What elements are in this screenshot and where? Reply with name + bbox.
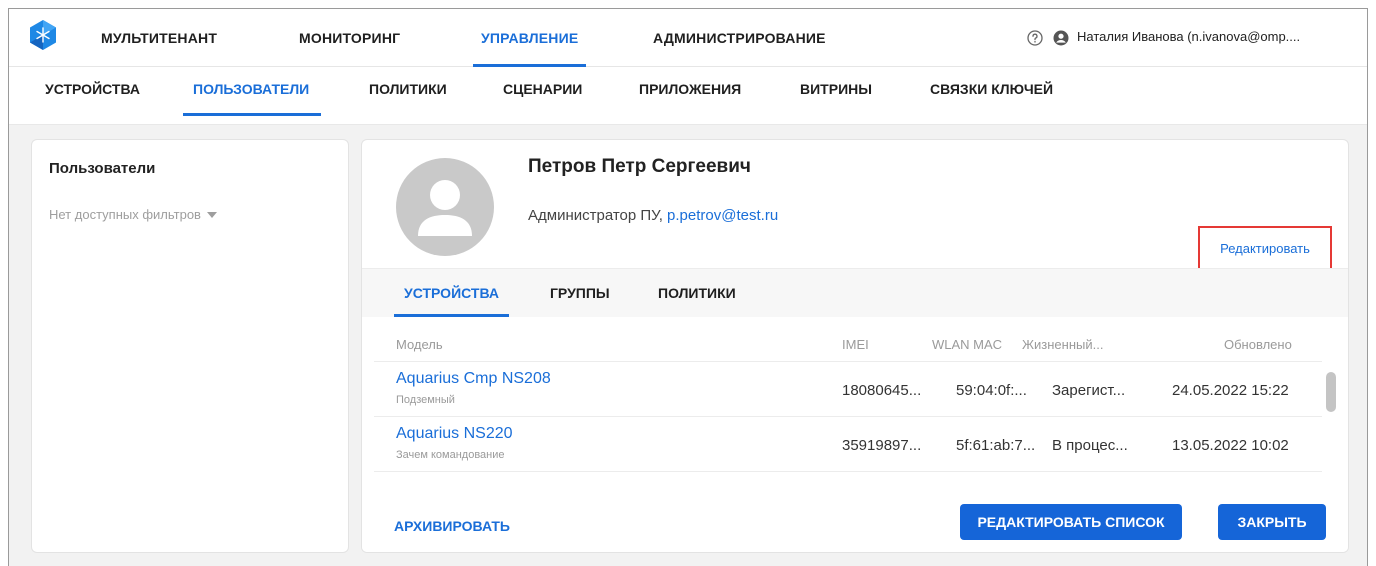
app-window: МУЛЬТИТЕНАНТ МОНИТОРИНГ УПРАВЛЕНИЕ АДМИН… xyxy=(8,8,1368,566)
subnav-devices[interactable]: УСТРОЙСТВА xyxy=(45,67,140,125)
subnav-applications[interactable]: ПРИЛОЖЕНИЯ xyxy=(639,67,741,125)
caret-down-icon xyxy=(206,211,217,218)
tab-policies[interactable]: ПОЛИТИКИ xyxy=(658,269,736,317)
user-role: Администратор ПУ, xyxy=(528,207,668,224)
user-details-panel: Петров Петр Сергеевич Администратор ПУ, … xyxy=(361,139,1349,553)
avatar xyxy=(396,158,494,256)
app-logo-icon[interactable] xyxy=(27,19,59,51)
column-header-lifecycle[interactable]: Жизненный... xyxy=(1022,337,1103,352)
device-location: Подземный xyxy=(396,394,455,406)
sub-navigation: УСТРОЙСТВА ПОЛЬЗОВАТЕЛИ ПОЛИТИКИ СЦЕНАРИ… xyxy=(9,67,1367,125)
device-updated: 24.05.2022 15:22 xyxy=(1172,382,1289,399)
account-circle-icon[interactable] xyxy=(1053,30,1069,46)
edit-list-button[interactable]: РЕДАКТИРОВАТЬ СПИСОК xyxy=(960,504,1182,540)
column-header-wlan-mac[interactable]: WLAN MAC xyxy=(932,337,1002,352)
help-circle-icon[interactable] xyxy=(1027,30,1043,46)
device-location: Зачем командование xyxy=(396,449,505,461)
nav-management[interactable]: УПРАВЛЕНИЕ xyxy=(472,9,587,67)
column-header-model[interactable]: Модель xyxy=(396,337,443,352)
nav-administration[interactable]: АДМИНИСТРИРОВАНИЕ xyxy=(653,9,826,67)
device-model-link[interactable]: Aquarius Cmp NS208 xyxy=(396,370,551,388)
filter-label: Нет доступных фильтров xyxy=(49,207,201,222)
divider xyxy=(374,471,1322,472)
divider xyxy=(374,361,1322,362)
nav-monitoring[interactable]: МОНИТОРИНГ xyxy=(299,9,400,67)
device-model-link[interactable]: Aquarius NS220 xyxy=(396,425,513,443)
device-lifecycle: Зарегист... xyxy=(1052,382,1126,399)
person-icon xyxy=(418,180,472,236)
device-lifecycle: В процес... xyxy=(1052,437,1128,454)
column-header-updated[interactable]: Обновлено xyxy=(1224,337,1292,352)
table-scrollbar[interactable] xyxy=(1326,372,1336,412)
device-wlan-mac: 59:04:0f:... xyxy=(956,382,1027,399)
device-wlan-mac: 5f:61:ab:7... xyxy=(956,437,1036,454)
tab-groups[interactable]: ГРУППЫ xyxy=(550,269,610,317)
subnav-users[interactable]: ПОЛЬЗОВАТЕЛИ xyxy=(182,67,322,125)
tab-devices[interactable]: УСТРОЙСТВА xyxy=(394,269,509,317)
subnav-policies[interactable]: ПОЛИТИКИ xyxy=(369,67,447,125)
panel-footer xyxy=(362,480,1348,552)
subnav-keychains[interactable]: СВЯЗКИ КЛЮЧЕЙ xyxy=(930,67,1053,125)
user-email-link[interactable]: p.petrov@test.ru xyxy=(667,207,778,224)
device-imei: 35919897... xyxy=(842,437,922,454)
column-header-imei[interactable]: IMEI xyxy=(842,337,869,352)
users-filter-panel: Пользователи Нет доступных фильтров xyxy=(31,139,349,553)
device-updated: 13.05.2022 10:02 xyxy=(1172,437,1289,454)
user-role-line: Администратор ПУ, p.petrov@test.ru xyxy=(528,207,778,224)
current-user-name[interactable]: Наталия Иванова (n.ivanova@omp.... xyxy=(1077,29,1300,44)
archive-button[interactable]: АРХИВИРОВАТЬ xyxy=(394,518,510,534)
close-button[interactable]: ЗАКРЫТЬ xyxy=(1218,504,1326,540)
subnav-scenarios[interactable]: СЦЕНАРИИ xyxy=(503,67,582,125)
subnav-showcases[interactable]: ВИТРИНЫ xyxy=(800,67,872,125)
device-imei: 18080645... xyxy=(842,382,922,399)
user-full-name: Петров Петр Сергеевич xyxy=(528,156,751,177)
divider xyxy=(374,416,1322,417)
filter-dropdown[interactable]: Нет доступных фильтров xyxy=(49,207,217,222)
top-bar: МУЛЬТИТЕНАНТ МОНИТОРИНГ УПРАВЛЕНИЕ АДМИН… xyxy=(9,9,1367,67)
edit-profile-link[interactable]: Редактировать xyxy=(1198,226,1332,270)
panel-title: Пользователи xyxy=(49,160,156,177)
nav-multitenant[interactable]: МУЛЬТИТЕНАНТ xyxy=(101,9,217,67)
detail-tabs: УСТРОЙСТВА ГРУППЫ ПОЛИТИКИ xyxy=(362,269,1348,317)
